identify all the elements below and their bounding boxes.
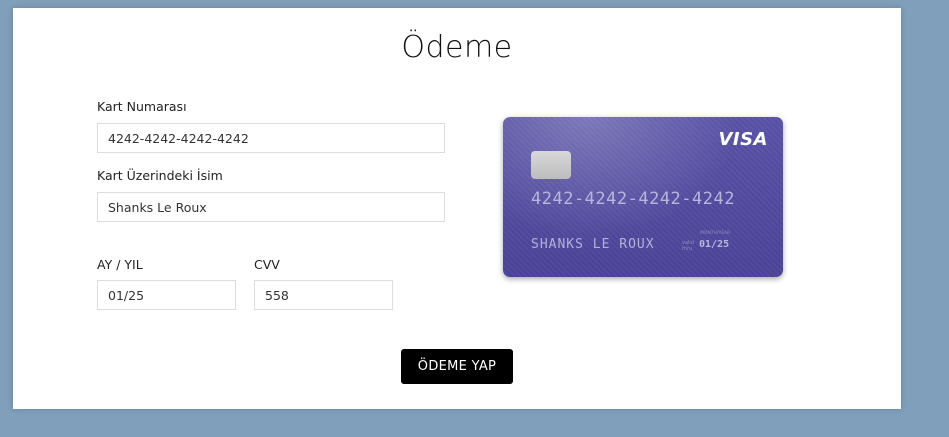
card-preview-valid-text: valid thru xyxy=(682,240,694,252)
page-title: Ödeme xyxy=(401,30,513,65)
expiry-label: AY / YIL xyxy=(97,257,143,272)
card-name-label: Kart Üzerindeki İsim xyxy=(97,168,223,183)
card-preview-holder: SHANKS LE ROUX xyxy=(531,237,655,252)
card-preview-expiry: 01/25 xyxy=(699,239,730,250)
card-preview-month-year-text: MONTH/YEAR xyxy=(700,231,731,236)
card-preview-number: 4242-4242-4242-4242 xyxy=(531,189,735,209)
card-number-input[interactable] xyxy=(97,123,445,153)
pay-button[interactable]: ÖDEME YAP xyxy=(401,349,513,384)
card-number-label: Kart Numarası xyxy=(97,99,187,114)
credit-card-preview: VISA 4242-4242-4242-4242 SHANKS LE ROUX … xyxy=(503,117,783,277)
payment-panel: Ödeme Kart Numarası Kart Üzerindeki İsim… xyxy=(13,8,901,409)
cvv-input[interactable] xyxy=(254,280,393,310)
cvv-label: CVV xyxy=(254,257,280,272)
visa-logo: VISA xyxy=(718,129,768,150)
expiry-input[interactable] xyxy=(97,280,236,310)
card-chip-icon xyxy=(531,151,571,179)
card-name-input[interactable] xyxy=(97,192,445,222)
